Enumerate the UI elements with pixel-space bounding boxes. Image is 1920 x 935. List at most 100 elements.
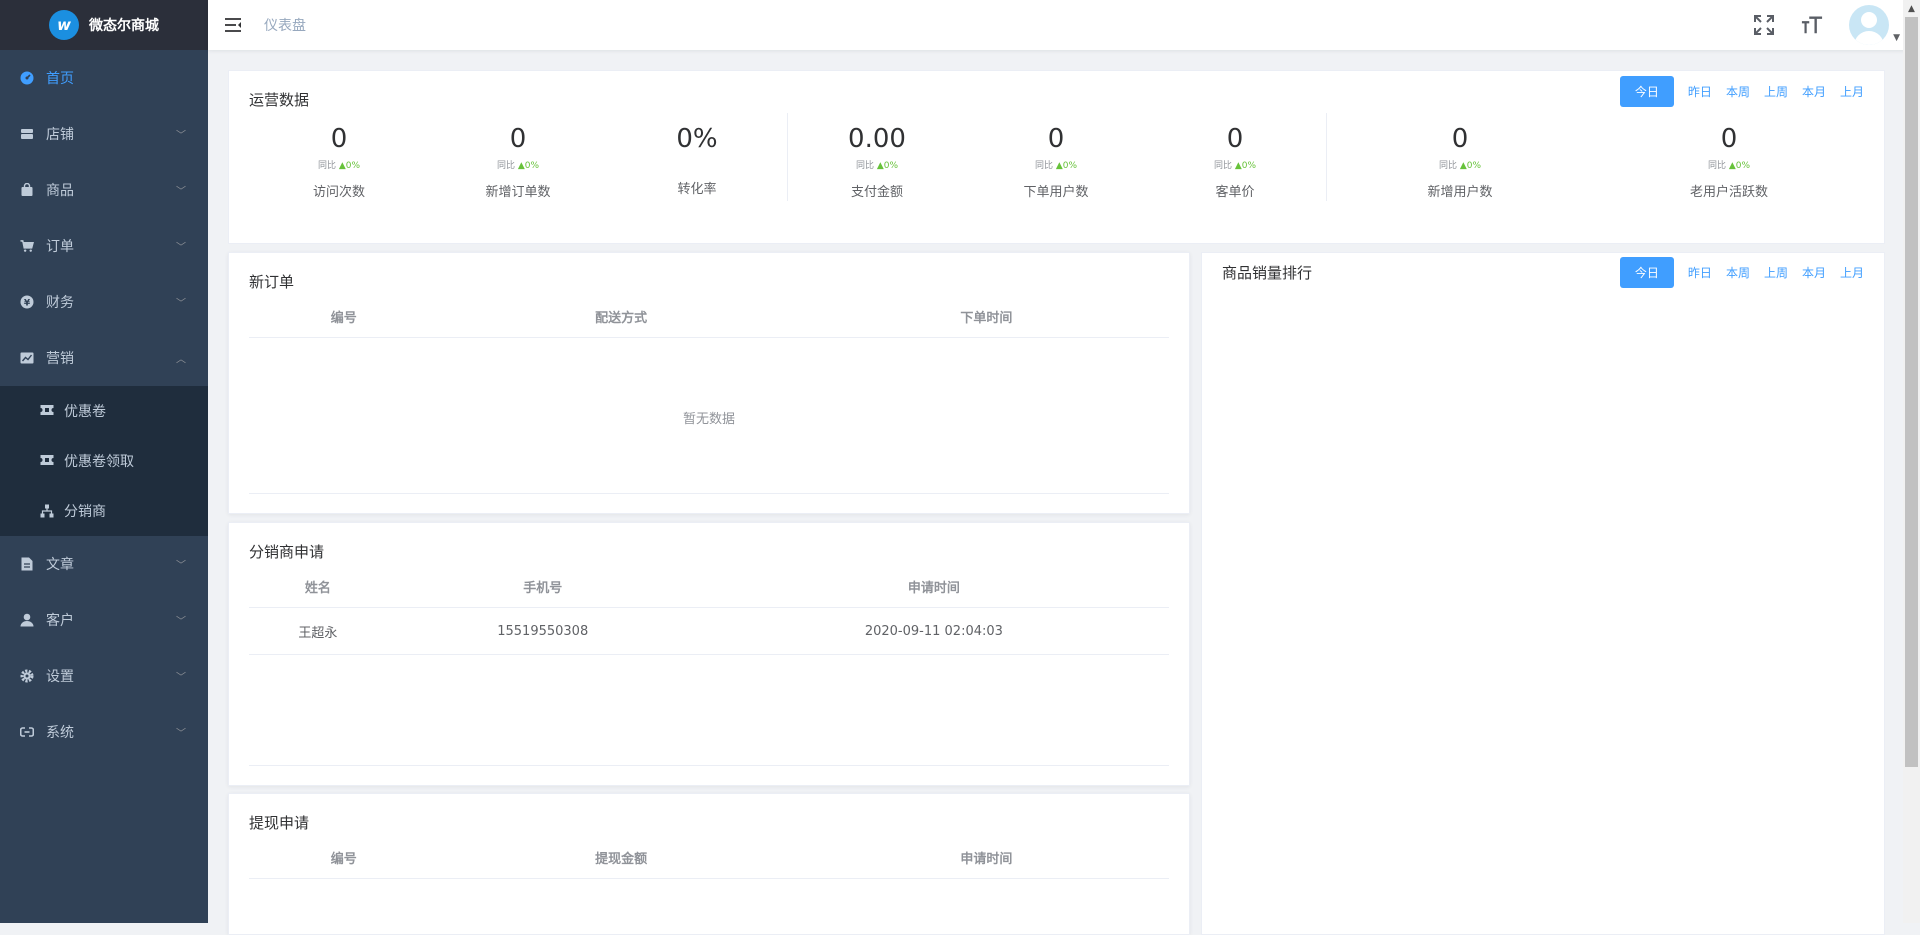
table-cell-name: 王超永 (249, 607, 387, 655)
scrollbar-thumb[interactable] (1905, 17, 1918, 767)
stat-new-users: 0 同比 ▲0% 新增用户数 (1370, 123, 1550, 200)
chevron-down-icon: ﹀ (176, 186, 186, 198)
marketing-submenu: 优惠卷 优惠卷领取 分销商 (0, 386, 208, 536)
range-tab-this-month[interactable]: 本月 (1802, 262, 1826, 283)
table-cell-time: 2020-09-11 02:04:03 (698, 607, 1169, 655)
page-scrollbar[interactable]: ▲ (1903, 0, 1920, 923)
bag-icon (20, 183, 34, 197)
range-tab-today[interactable]: 今日 (1619, 257, 1674, 288)
stat-new-orders: 0 同比 ▲0% 新增订单数 (428, 123, 608, 200)
sidebar-item-customer[interactable]: 客户 ﹀ (0, 592, 208, 648)
divider (249, 493, 1169, 494)
operations-card: 运营数据 今日 昨日 本周 上周 本月 上月 0 同比 ▲0% 访问次数 0 同… (228, 70, 1885, 244)
stat-value: 0 (1720, 124, 1738, 154)
user-avatar-dropdown[interactable]: ▼ (1849, 5, 1900, 45)
sidebar-menu-rest: 文章 ﹀ 客户 ﹀ 设置 ﹀ 系统 ﹀ (0, 536, 208, 760)
chevron-down-icon: ﹀ (176, 672, 186, 684)
ticket-icon (40, 454, 54, 468)
stat-visits: 0 同比 ▲0% 访问次数 (249, 123, 429, 200)
range-tab-last-week[interactable]: 上周 (1764, 262, 1788, 283)
svg-text:¥: ¥ (24, 299, 31, 309)
card-title: 新订单 (249, 273, 295, 291)
sidebar-item-label: 系统 (46, 725, 74, 741)
divider (249, 765, 1169, 766)
stat-value: 0 (330, 124, 348, 154)
sales-rank-range-tabs: 今日 昨日 本周 上周 本月 上月 (1619, 257, 1864, 288)
store-icon (20, 127, 34, 141)
link-icon (20, 725, 34, 739)
stat-value: 0.00 (848, 124, 906, 154)
sidebar-menu: 首页 店铺 ﹀ 商品 ﹀ 订单 ﹀ ¥ 财务 ﹀ 营销 ︿ (0, 50, 208, 386)
caret-down-icon: ▼ (1893, 33, 1900, 43)
table-header: 申请时间 (803, 836, 1169, 879)
logo[interactable]: w 微态尔商城 (0, 0, 208, 50)
range-tab-yesterday[interactable]: 昨日 (1688, 262, 1712, 283)
logo-text: 微态尔商城 (89, 18, 159, 34)
stat-label: 客单价 (1215, 185, 1255, 200)
chevron-down-icon: ﹀ (176, 242, 186, 254)
sidebar-item-label: 首页 (46, 71, 74, 87)
sidebar-item-coupon-claim[interactable]: 优惠卷领取 (0, 436, 208, 486)
card-title: 运营数据 (249, 91, 310, 109)
range-tab-this-week[interactable]: 本周 (1726, 262, 1750, 283)
table-header: 申请时间 (698, 565, 1169, 608)
withdraw-apply-card: 提现申请 编号 提现金额 申请时间 (228, 793, 1190, 935)
range-tab-today[interactable]: 今日 (1619, 76, 1674, 107)
org-icon (40, 504, 54, 518)
range-tab-last-week[interactable]: 上周 (1764, 81, 1788, 102)
sidebar-item-orders[interactable]: 订单 ﹀ (0, 218, 208, 274)
stat-compare: 同比 ▲0% (1707, 161, 1751, 171)
sidebar-item-article[interactable]: 文章 ﹀ (0, 536, 208, 592)
stat-label: 访问次数 (312, 185, 365, 200)
sidebar-item-marketing[interactable]: 营销 ︿ (0, 330, 208, 386)
table-header: 编号 (249, 295, 439, 338)
sidebar-item-store[interactable]: 店铺 ﹀ (0, 106, 208, 162)
withdraw-apply-table: 编号 提现金额 申请时间 (249, 836, 1169, 879)
avatar[interactable] (1849, 5, 1890, 45)
sidebar-item-home[interactable]: 首页 (0, 50, 208, 106)
sidebar-item-label: 分销商 (64, 504, 106, 520)
range-tab-this-month[interactable]: 本月 (1802, 81, 1826, 102)
stat-label: 支付金额 (850, 185, 903, 200)
sidebar-item-finance[interactable]: ¥ 财务 ﹀ (0, 274, 208, 330)
sidebar-item-system[interactable]: 系统 ﹀ (0, 704, 208, 760)
dashboard-icon (20, 71, 34, 85)
range-tab-last-month[interactable]: 上月 (1840, 81, 1864, 102)
chevron-down-icon: ﹀ (176, 616, 186, 628)
sidebar-item-settings[interactable]: 设置 ﹀ (0, 648, 208, 704)
font-size-icon[interactable] (1801, 14, 1823, 36)
stat-value: 0 (1451, 124, 1469, 154)
range-tab-yesterday[interactable]: 昨日 (1688, 81, 1712, 102)
chevron-up-icon: ︿ (176, 354, 186, 366)
chevron-down-icon: ﹀ (176, 728, 186, 740)
stat-compare: 同比 ▲0% (1213, 161, 1257, 171)
range-tab-this-week[interactable]: 本周 (1726, 81, 1750, 102)
distributor-apply-table: 姓名 手机号 申请时间 王超永 15519550308 2020-09-11 0… (249, 565, 1169, 655)
sidebar-item-label: 客户 (46, 613, 74, 629)
table-cell-phone: 15519550308 (386, 607, 699, 655)
logo-icon: w (49, 10, 79, 40)
breadcrumb[interactable]: 仪表盘 (264, 15, 306, 35)
sales-rank-card: 商品销量排行 今日 昨日 本周 上周 本月 上月 (1201, 252, 1885, 935)
stat-label: 老用户活跃数 (1689, 185, 1768, 200)
table-row[interactable]: 王超永 15519550308 2020-09-11 02:04:03 (249, 607, 1169, 655)
sidebar-item-goods[interactable]: 商品 ﹀ (0, 162, 208, 218)
operations-range-tabs: 今日 昨日 本周 上周 本月 上月 (1619, 76, 1864, 107)
hamburger-menu-icon[interactable] (224, 16, 242, 34)
scroll-up-arrow-icon[interactable]: ▲ (1903, 0, 1920, 17)
stat-value: 0 (1047, 124, 1065, 154)
stat-payment-amount: 0.00 同比 ▲0% 支付金额 (787, 123, 967, 200)
sidebar-item-distributor[interactable]: 分销商 (0, 486, 208, 536)
sidebar-item-label: 优惠卷领取 (64, 454, 134, 470)
sidebar-item-coupon[interactable]: 优惠卷 (0, 386, 208, 436)
header-actions: ▼ (1753, 0, 1900, 50)
sidebar-item-label: 商品 (46, 183, 74, 199)
sidebar-item-label: 店铺 (46, 127, 74, 143)
chart-line-icon (20, 351, 34, 365)
fullscreen-icon[interactable] (1753, 14, 1775, 36)
range-tab-last-month[interactable]: 上月 (1840, 262, 1864, 283)
card-title: 商品销量排行 (1222, 264, 1313, 282)
table-header: 编号 (249, 836, 439, 879)
yen-icon: ¥ (20, 295, 34, 309)
stat-compare: 同比 ▲0% (1034, 161, 1078, 171)
